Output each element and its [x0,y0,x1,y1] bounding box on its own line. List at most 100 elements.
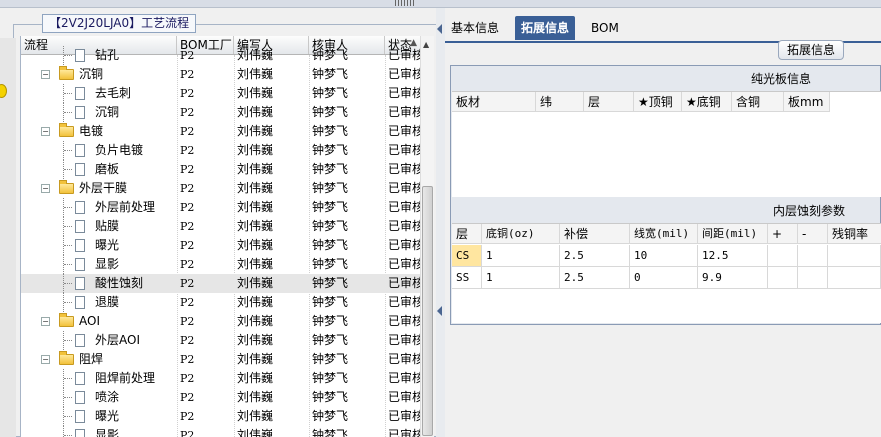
tree-node[interactable]: 阻焊前处理 [21,369,177,388]
tree-row[interactable]: 退膜 P2 刘伟巍 钟梦飞 已审核 [21,293,420,312]
collapse-left-icon[interactable] [437,24,442,34]
etch-spacing-cell[interactable]: 12.5 [698,245,768,267]
document-icon [75,429,85,437]
tree-row[interactable]: 显影 P2 刘伟巍 钟梦飞 已审核 [21,426,420,437]
etch-layer-cell[interactable]: SS [452,267,482,289]
tree-row[interactable]: 喷涂 P2 刘伟巍 钟梦飞 已审核 [21,388,420,407]
tree-node[interactable]: 外层前处理 [21,198,177,217]
tree-row[interactable]: 负片电镀 P2 刘伟巍 钟梦飞 已审核 [21,141,420,160]
board-col-bottom-copper[interactable]: ★底铜 [682,92,732,112]
splitter-grip[interactable] [395,0,415,6]
etch-col-residual-copper[interactable]: 残铜率 [828,224,881,244]
etch-line-width-cell[interactable]: 10 [630,245,698,267]
tree-node[interactable]: 显影 [21,426,177,437]
etch-residual-cell[interactable] [828,267,881,289]
board-col-top-copper[interactable]: ★顶铜 [634,92,682,112]
etch-col-line-width[interactable]: 线宽(mil) [630,224,698,244]
tree-node[interactable]: 曝光 [21,236,177,255]
collapse-node-icon[interactable]: − [41,127,50,136]
tree-node[interactable]: 磨板 [21,160,177,179]
tree-row[interactable]: 阻焊前处理 P2 刘伟巍 钟梦飞 已审核 [21,369,420,388]
tree-node[interactable]: 外层AOI [21,331,177,350]
tree-row[interactable]: − 电镀 P2 刘伟巍 钟梦飞 已审核 [21,122,420,141]
tree-row[interactable]: 酸性蚀刻 P2 刘伟巍 钟梦飞 已审核 [21,274,420,293]
collapse-node-icon[interactable]: − [41,70,50,79]
tree-node[interactable]: 酸性蚀刻 [21,274,177,293]
writer-cell: 刘伟巍 [237,86,274,100]
tree-node[interactable]: 退膜 [21,293,177,312]
tree-node[interactable]: 负片电镀 [21,141,177,160]
tree-row[interactable]: 曝光 P2 刘伟巍 钟梦飞 已审核 [21,236,420,255]
scrollbar-thumb[interactable] [422,186,433,436]
etch-layer-cell[interactable]: CS [452,245,482,267]
bom-factory-cell: P2 [180,258,195,271]
writer-cell: 刘伟巍 [237,143,274,157]
board-col-thickness[interactable]: 板mm [784,92,830,112]
extended-info-section-button[interactable]: 拓展信息 [778,40,845,60]
etch-compensation-cell[interactable]: 2.5 [560,245,630,267]
etch-col-compensation[interactable]: 补偿 [560,224,630,244]
tree-row[interactable]: − 沉铜 P2 刘伟巍 钟梦飞 已审核 [21,65,420,84]
etch-col-plus[interactable]: + [768,224,798,244]
etch-minus-cell[interactable] [798,267,828,289]
etch-col-spacing[interactable]: 间距(mil) [698,224,768,244]
status-indicator-icon [0,84,7,98]
tree-node[interactable]: 沉铜 [21,103,177,122]
tree-row[interactable]: 去毛刺 P2 刘伟巍 钟梦飞 已审核 [21,84,420,103]
tree-connector [64,397,72,398]
tree-node[interactable]: 曝光 [21,407,177,426]
etch-plus-cell[interactable] [768,267,798,289]
etch-residual-cell[interactable] [828,245,881,267]
etch-compensation-cell[interactable]: 2.5 [560,267,630,289]
tree-row[interactable]: 沉铜 P2 刘伟巍 钟梦飞 已审核 [21,103,420,122]
tree-node[interactable]: 贴膜 [21,217,177,236]
status-cell: 已审核 [388,409,420,423]
collapse-node-icon[interactable]: − [41,184,50,193]
tab-bom[interactable]: BOM [585,16,625,40]
board-col-weft[interactable]: 纬 [536,92,584,112]
status-cell: 已审核 [388,105,420,119]
collapse-left-icon[interactable] [437,306,442,316]
etch-spacing-cell[interactable]: 9.9 [698,267,768,289]
tree-vertical-scrollbar[interactable]: ▲ [420,36,434,437]
tree-row[interactable]: 外层AOI P2 刘伟巍 钟梦飞 已审核 [21,331,420,350]
board-col-copper[interactable]: 含铜 [732,92,784,112]
tree-row[interactable]: 磨板 P2 刘伟巍 钟梦飞 已审核 [21,160,420,179]
etch-base-copper-cell[interactable]: 1 [482,245,560,267]
tree-row[interactable]: − 外层干膜 P2 刘伟巍 钟梦飞 已审核 [21,179,420,198]
etch-line-width-cell[interactable]: 0 [630,267,698,289]
tree-node[interactable]: − AOI [21,312,177,331]
tree-node[interactable]: − 电镀 [21,122,177,141]
tab-basic-info[interactable]: 基本信息 [445,16,505,40]
scroll-up-icon[interactable]: ▲ [423,40,429,49]
tab-extended-info[interactable]: 拓展信息 [515,16,576,40]
etch-col-layer[interactable]: 层 [452,224,482,244]
board-col-material[interactable]: 板材 [452,92,536,112]
tree-node[interactable]: 喷涂 [21,388,177,407]
side-strip [0,38,16,437]
etch-col-minus[interactable]: - [798,224,828,244]
collapse-node-icon[interactable]: − [41,317,50,326]
tree-row[interactable]: 贴膜 P2 刘伟巍 钟梦飞 已审核 [21,217,420,236]
collapse-node-icon[interactable]: − [41,355,50,364]
tree-node[interactable]: 钻孔 [21,46,177,65]
board-col-layer[interactable]: 层 [584,92,634,112]
tree-row[interactable]: 显影 P2 刘伟巍 钟梦飞 已审核 [21,255,420,274]
status-cell: 已审核 [388,219,420,233]
etch-col-base-copper[interactable]: 底铜(oz) [482,224,560,244]
tree-node[interactable]: 显影 [21,255,177,274]
tree-node[interactable]: − 外层干膜 [21,179,177,198]
tree-row[interactable]: 钻孔 P2 刘伟巍 钟梦飞 已审核 [21,46,420,65]
tree-node[interactable]: − 阻焊 [21,350,177,369]
etch-minus-cell[interactable] [798,245,828,267]
tree-row[interactable]: − 阻焊 P2 刘伟巍 钟梦飞 已审核 [21,350,420,369]
etch-base-copper-cell[interactable]: 1 [482,267,560,289]
tree-row[interactable]: − AOI P2 刘伟巍 钟梦飞 已审核 [21,312,420,331]
tree-node-label: 喷涂 [95,390,120,404]
tree-node[interactable]: 去毛刺 [21,84,177,103]
tree-node[interactable]: − 沉铜 [21,65,177,84]
etch-plus-cell[interactable] [768,245,798,267]
tree-row[interactable]: 曝光 P2 刘伟巍 钟梦飞 已审核 [21,407,420,426]
tree-row[interactable]: 外层前处理 P2 刘伟巍 钟梦飞 已审核 [21,198,420,217]
reviewer-cell: 钟梦飞 [312,105,349,119]
